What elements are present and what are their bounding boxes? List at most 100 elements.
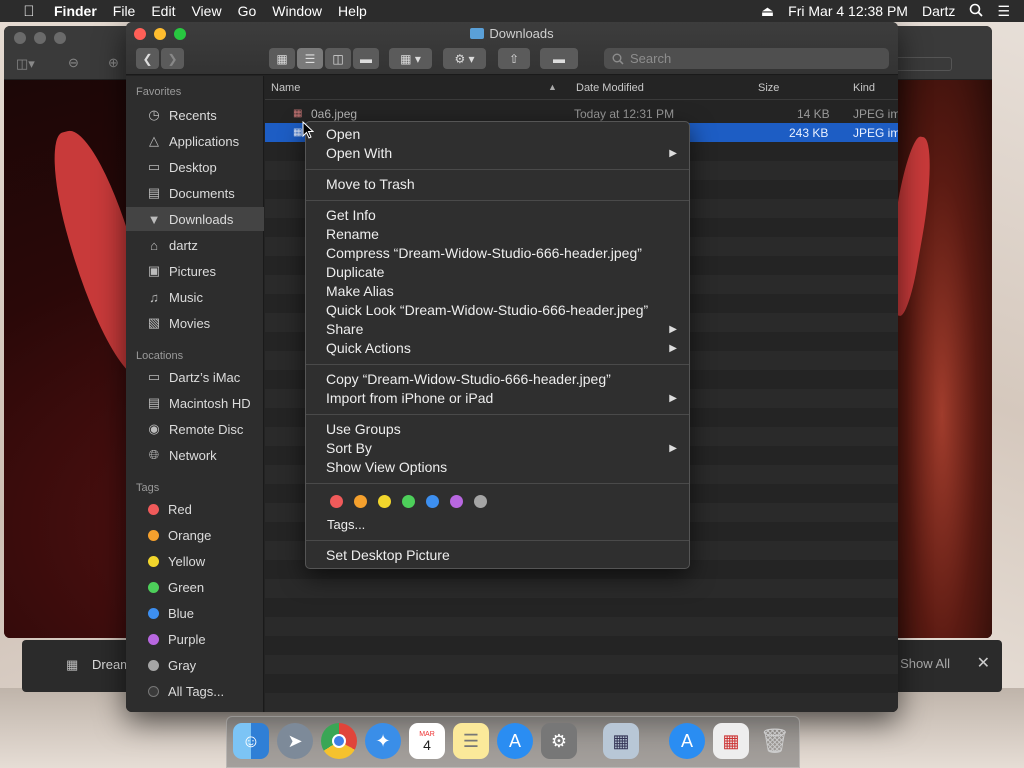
preview-icon[interactable]: ▦ xyxy=(603,723,639,759)
spotlight-icon[interactable] xyxy=(969,3,984,20)
app-store-icon[interactable]: A xyxy=(497,723,533,759)
sidebar-tag-red[interactable]: Red xyxy=(126,497,264,521)
menu-item-get-info[interactable]: Get Info xyxy=(326,207,376,223)
sidebar-item-remote-disc[interactable]: ◉ Remote Disc xyxy=(126,417,264,441)
menu-item-tags[interactable]: Tags... xyxy=(327,517,365,532)
tag-blue-button[interactable] xyxy=(426,495,439,508)
sidebar-item-pictures[interactable]: ▣ Pictures xyxy=(126,259,264,283)
close-button[interactable] xyxy=(14,32,26,44)
tag-button[interactable]: ▬ xyxy=(540,48,578,69)
menu-item-copy[interactable]: Copy “Dream-Widow-Studio-666-header.jpeg… xyxy=(326,371,611,387)
zoom-in-icon[interactable]: ⊕ xyxy=(108,55,119,71)
menu-item-quick-look[interactable]: Quick Look “Dream-Widow-Studio-666-heade… xyxy=(326,302,648,318)
sidebar-item-applications[interactable]: △ Applications xyxy=(126,129,264,153)
menu-item-quick-actions[interactable]: Quick Actions xyxy=(326,340,411,356)
search-input[interactable] xyxy=(630,51,870,66)
sidebar-item-network[interactable]: 🌐︎ Network xyxy=(126,443,264,467)
share-button[interactable]: ⇧ xyxy=(498,48,530,69)
system-preferences-icon[interactable]: ⚙ xyxy=(541,723,577,759)
notification-center-icon[interactable]: ☰ xyxy=(997,3,1010,20)
sidebar-tag-orange[interactable]: Orange xyxy=(126,523,264,547)
icon-view-button[interactable]: ▦ xyxy=(269,48,295,69)
menu-window[interactable]: Window xyxy=(272,3,322,19)
sidebar-item-desktop[interactable]: ▭ Desktop xyxy=(126,155,264,179)
finder-icon[interactable]: ☺ xyxy=(233,723,269,759)
sidebar-item-imac[interactable]: ▭ Dartz’s iMac xyxy=(126,365,264,389)
sidebar-tag-green[interactable]: Green xyxy=(126,575,264,599)
menu-item-open-with[interactable]: Open With xyxy=(326,145,392,161)
zoom-button[interactable] xyxy=(54,32,66,44)
column-view-button[interactable]: ◫ xyxy=(325,48,351,69)
tag-green-button[interactable] xyxy=(402,495,415,508)
trash-icon[interactable]: 🗑︎ xyxy=(757,723,793,759)
sidebar-all-tags[interactable]: All Tags... xyxy=(126,679,264,703)
menu-user[interactable]: Dartz xyxy=(922,3,955,19)
menu-go[interactable]: Go xyxy=(238,3,257,19)
gallery-view-button[interactable]: ▬ xyxy=(353,48,379,69)
search-field[interactable] xyxy=(604,48,889,69)
menu-edit[interactable]: Edit xyxy=(151,3,175,19)
menu-item-open[interactable]: Open xyxy=(326,126,360,142)
sidebar-item-downloads[interactable]: ▼ Downloads xyxy=(126,207,264,231)
back-button[interactable]: ❮ xyxy=(136,48,159,69)
forward-button[interactable]: ❯ xyxy=(161,48,184,69)
sidebar-item-recents[interactable]: ◷ Recents xyxy=(126,103,264,127)
image-file-icon[interactable]: ▦ xyxy=(713,723,749,759)
close-icon[interactable]: ✕ xyxy=(977,653,990,673)
music-icon: ♫ xyxy=(149,289,159,305)
menu-item-share[interactable]: Share xyxy=(326,321,363,337)
row-stripe xyxy=(265,598,898,617)
sidebar-item-home[interactable]: ⌂ dartz xyxy=(126,233,264,257)
menu-item-sort-by[interactable]: Sort By xyxy=(326,440,372,456)
chrome-icon[interactable] xyxy=(321,723,357,759)
menu-item-make-alias[interactable]: Make Alias xyxy=(326,283,394,299)
apple-menu-icon[interactable]:  xyxy=(14,3,44,20)
launchpad-icon[interactable]: ➤ xyxy=(277,723,313,759)
menu-clock[interactable]: Fri Mar 4 12:38 PM xyxy=(788,3,908,19)
sidebar-tag-blue[interactable]: Blue xyxy=(126,601,264,625)
menu-item-show-view-options[interactable]: Show View Options xyxy=(326,459,447,475)
sidebar-tag-yellow[interactable]: Yellow xyxy=(126,549,264,573)
menu-app-finder[interactable]: Finder xyxy=(54,3,97,19)
column-name[interactable]: Name xyxy=(271,82,300,94)
eject-icon[interactable]: ⏏ xyxy=(761,3,774,20)
menu-item-move-to-trash[interactable]: Move to Trash xyxy=(326,176,415,192)
tag-red-button[interactable] xyxy=(330,495,343,508)
menu-item-duplicate[interactable]: Duplicate xyxy=(326,264,384,280)
column-kind[interactable]: Kind xyxy=(853,82,875,94)
column-date-modified[interactable]: Date Modified xyxy=(576,82,644,94)
sidebar-item-macintosh-hd[interactable]: ▤ Macintosh HD xyxy=(126,391,264,415)
sidebar-item-movies[interactable]: ▧ Movies xyxy=(126,311,264,335)
submenu-arrow-icon: ▶ xyxy=(669,148,677,159)
sidebar-toggle-icon[interactable]: ◫▾ xyxy=(16,56,35,72)
tag-gray-button[interactable] xyxy=(474,495,487,508)
sidebar-item-documents[interactable]: ▤ Documents xyxy=(126,181,264,205)
list-view-button[interactable]: ☰ xyxy=(297,48,323,69)
menu-file[interactable]: File xyxy=(113,3,136,19)
sidebar-item-music[interactable]: ♫ Music xyxy=(126,285,264,309)
menu-item-use-groups[interactable]: Use Groups xyxy=(326,421,401,437)
tag-orange-button[interactable] xyxy=(354,495,367,508)
menu-item-import-iphone[interactable]: Import from iPhone or iPad xyxy=(326,390,493,406)
sidebar-tag-gray[interactable]: Gray xyxy=(126,653,264,677)
menu-help[interactable]: Help xyxy=(338,3,367,19)
minimize-button[interactable] xyxy=(34,32,46,44)
menu-item-rename[interactable]: Rename xyxy=(326,226,379,242)
tag-yellow-button[interactable] xyxy=(378,495,391,508)
menu-item-set-desktop-picture[interactable]: Set Desktop Picture xyxy=(326,547,450,563)
menu-item-compress[interactable]: Compress “Dream-Widow-Studio-666-header.… xyxy=(326,245,642,261)
tag-purple-button[interactable] xyxy=(450,495,463,508)
zoom-out-icon[interactable]: ⊖ xyxy=(68,55,79,71)
menu-view[interactable]: View xyxy=(191,3,221,19)
preview-search-field[interactable] xyxy=(892,57,952,71)
sidebar-tag-purple[interactable]: Purple xyxy=(126,627,264,651)
action-gear-button[interactable]: ⚙ ▾ xyxy=(443,48,486,69)
calendar-icon[interactable]: MAR 4 xyxy=(409,723,445,759)
safari-icon[interactable]: ✦ xyxy=(365,723,401,759)
group-by-button[interactable]: ▦ ▾ xyxy=(389,48,432,69)
app-store-icon[interactable]: A xyxy=(669,723,705,759)
notes-icon[interactable]: ☰ xyxy=(453,723,489,759)
show-all-button[interactable]: Show All xyxy=(900,656,950,671)
clock-icon: ◷ xyxy=(148,107,160,122)
column-size[interactable]: Size xyxy=(758,82,779,94)
